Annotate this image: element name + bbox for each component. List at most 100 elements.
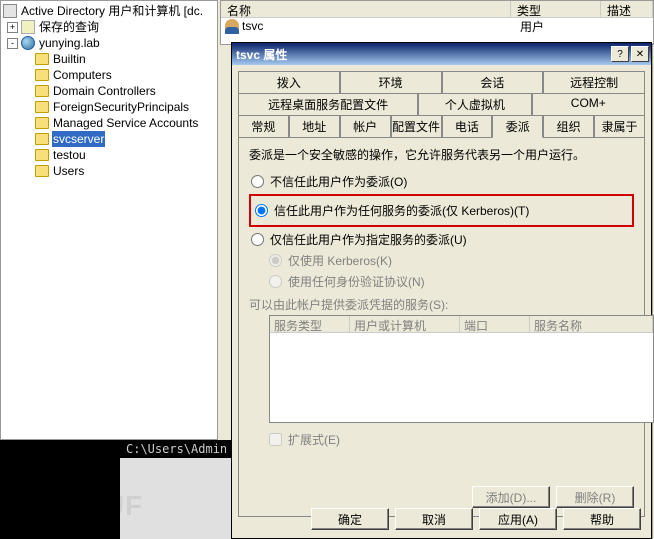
tree-label: Users: [52, 163, 85, 179]
tab-env[interactable]: 环境: [340, 71, 442, 93]
tree-child[interactable]: Computers: [3, 67, 217, 83]
radio-trust-spec-input[interactable]: [251, 233, 264, 246]
cmd-path: C:\Users\Admin: [120, 440, 235, 458]
radio-trust-any-input[interactable]: [255, 204, 268, 217]
apply-button[interactable]: 应用(A): [479, 508, 557, 530]
tab-memberof[interactable]: 隶属于: [594, 115, 645, 137]
list-header: 名称 类型 描述: [221, 1, 653, 18]
delegation-panel: 委派是一个安全敏感的操作，它允许服务代表另一个用户运行。 不信任此用户作为委派(…: [238, 137, 645, 517]
tab-com[interactable]: COM+: [532, 93, 645, 115]
col-type[interactable]: 类型: [511, 1, 601, 17]
collapse-icon[interactable]: -: [7, 38, 18, 49]
folder-icon: [35, 133, 49, 145]
titlebar[interactable]: tsvc 属性 ? ✕: [232, 43, 651, 65]
tree-label: testou: [52, 147, 87, 163]
folder-icon: [35, 85, 49, 97]
list-row[interactable]: tsvc 用户: [221, 18, 653, 34]
radio-no-trust[interactable]: 不信任此用户作为委派(O): [251, 173, 634, 190]
tab-dialin[interactable]: 拨入: [238, 71, 340, 93]
expanded-input: [269, 433, 282, 446]
services-label: 可以由此帐户提供委派凭据的服务(S):: [249, 296, 634, 313]
tab-vm[interactable]: 个人虚拟机: [418, 93, 531, 115]
tree-label: Domain Controllers: [52, 83, 157, 99]
properties-dialog: tsvc 属性 ? ✕ 拨入 环境 会话 远程控制 远程桌面服务配置文件 个人虚…: [231, 42, 652, 539]
folder-icon: [35, 53, 49, 65]
tree-child[interactable]: Users: [3, 163, 217, 179]
row-name: tsvc: [242, 19, 520, 33]
col-svc-name[interactable]: 服务名称: [530, 316, 653, 332]
tab-phone[interactable]: 电话: [442, 115, 493, 137]
radio-label: 仅使用 Kerberos(K): [288, 252, 392, 269]
tree-child[interactable]: Builtin: [3, 51, 217, 67]
expanded-checkbox: 扩展式(E): [269, 431, 634, 448]
folder-icon: [35, 101, 49, 113]
add-service-button: 添加(D)...: [472, 486, 550, 508]
services-table: 服务类型 用户或计算机 端口 服务名称: [269, 315, 654, 423]
dialog-button-row: 确定 取消 应用(A) 帮助: [311, 508, 641, 530]
radio-use-kerberos: 仅使用 Kerberos(K): [269, 252, 634, 269]
tree-label: Builtin: [52, 51, 87, 67]
expanded-label: 扩展式(E): [288, 431, 340, 448]
dialog-title: tsvc 属性: [236, 46, 611, 63]
folder-icon: [35, 149, 49, 161]
row-type: 用户: [520, 18, 544, 35]
tab-general[interactable]: 常规: [238, 115, 289, 137]
tree-label: 保存的查询: [38, 19, 100, 35]
radio-label: 仅信任此用户作为指定服务的委派(U): [270, 231, 467, 248]
tree-child[interactable]: Domain Controllers: [3, 83, 217, 99]
tree-label: yunying.lab: [38, 35, 101, 51]
tab-row-1: 拨入 环境 会话 远程控制: [238, 71, 645, 93]
tab-row-2: 远程桌面服务配置文件 个人虚拟机 COM+: [238, 93, 645, 115]
tree-label: ForeignSecurityPrincipals: [52, 99, 190, 115]
tab-remote[interactable]: 远程控制: [543, 71, 645, 93]
services-header: 服务类型 用户或计算机 端口 服务名称: [270, 316, 653, 333]
tree-root-label: Active Directory 用户和计算机 [dc.: [20, 3, 204, 19]
tree-child[interactable]: ForeignSecurityPrincipals: [3, 99, 217, 115]
radio-trust-spec[interactable]: 仅信任此用户作为指定服务的委派(U): [251, 231, 634, 248]
tab-delegation[interactable]: 委派: [492, 115, 543, 138]
folder-icon: [35, 117, 49, 129]
ok-button[interactable]: 确定: [311, 508, 389, 530]
expand-icon[interactable]: +: [7, 22, 18, 33]
col-name[interactable]: 名称: [221, 1, 511, 17]
tab-session[interactable]: 会话: [442, 71, 544, 93]
col-svc-port[interactable]: 端口: [460, 316, 530, 332]
tree-child[interactable]: testou: [3, 147, 217, 163]
domain-icon: [21, 36, 35, 50]
tree-label: Managed Service Accounts: [52, 115, 199, 131]
close-button[interactable]: ✕: [631, 46, 649, 62]
col-svc-type[interactable]: 服务类型: [270, 316, 350, 332]
radio-use-any-input: [269, 275, 282, 288]
help-button[interactable]: ?: [611, 46, 629, 62]
col-desc[interactable]: 描述: [601, 1, 653, 17]
tab-profile[interactable]: 配置文件: [391, 115, 442, 137]
tree-child[interactable]: Managed Service Accounts: [3, 115, 217, 131]
delegation-info: 委派是一个安全敏感的操作，它允许服务代表另一个用户运行。: [249, 146, 634, 163]
tree-domain[interactable]: - yunying.lab: [3, 35, 217, 51]
watermark: FREEBUF: [4, 490, 143, 522]
radio-no-trust-input[interactable]: [251, 175, 264, 188]
tab-row-3: 常规 地址 帐户 配置文件 电话 委派 组织 隶属于: [238, 115, 645, 137]
tree-label: svcserver: [52, 131, 105, 147]
tab-rds[interactable]: 远程桌面服务配置文件: [238, 93, 418, 115]
tree-label: Computers: [52, 67, 113, 83]
object-list: 名称 类型 描述 tsvc 用户: [220, 0, 654, 45]
radio-trust-any[interactable]: 信任此用户作为任何服务的委派(仅 Kerberos)(T): [255, 202, 630, 219]
radio-use-kerb-input: [269, 254, 282, 267]
radio-label: 使用任何身份验证协议(N): [288, 273, 425, 290]
radio-label: 不信任此用户作为委派(O): [270, 173, 407, 190]
tab-account[interactable]: 帐户: [340, 115, 391, 137]
col-svc-host[interactable]: 用户或计算机: [350, 316, 460, 332]
remove-service-button: 删除(R): [556, 486, 634, 508]
tree-saved-queries[interactable]: + 保存的查询: [3, 19, 217, 35]
tree-root[interactable]: Active Directory 用户和计算机 [dc.: [3, 3, 217, 19]
radio-label: 信任此用户作为任何服务的委派(仅 Kerberos)(T): [274, 202, 529, 219]
help-dialog-button[interactable]: 帮助: [563, 508, 641, 530]
tab-org[interactable]: 组织: [543, 115, 594, 137]
highlight-box: 信任此用户作为任何服务的委派(仅 Kerberos)(T): [249, 194, 634, 227]
cancel-button[interactable]: 取消: [395, 508, 473, 530]
tree-child-selected[interactable]: svcserver: [3, 131, 217, 147]
folder-icon: [35, 69, 49, 81]
folder-icon: [21, 20, 35, 34]
tab-address[interactable]: 地址: [289, 115, 340, 137]
